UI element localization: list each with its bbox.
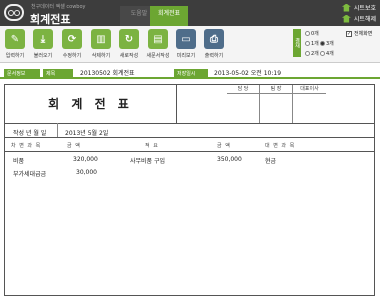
radio-circle — [305, 31, 310, 36]
saved-at-label: 저장일시 — [174, 69, 208, 79]
print-button[interactable]: ⎙ 출력하기 — [202, 29, 226, 59]
document-info-bar: 문서정보 제목 20130502 회계전표 저장일시 2013-05-02 오전… — [0, 69, 380, 79]
approval-box-manager[interactable]: 담 당 — [227, 85, 260, 123]
sheet-protect-button[interactable]: 시트보호 — [341, 3, 376, 12]
radio-circle — [305, 41, 310, 46]
radio-4[interactable]: 4개 — [320, 50, 334, 57]
approval-box-ceo[interactable]: 대표이사 — [293, 85, 326, 123]
new-document-button[interactable]: ▤ 새문서작성 — [146, 29, 170, 59]
checkbox-box: ✓ — [346, 30, 352, 37]
up-arrow-icon — [341, 14, 351, 23]
radio-0[interactable]: 0개 — [305, 30, 319, 37]
saved-at-value: 2013-05-02 오전 10:19 — [214, 70, 282, 77]
header-debit-amount: 금 액 — [67, 143, 81, 149]
header-summary: 적 요 — [145, 143, 159, 149]
radio-1[interactable]: 1개 — [305, 40, 319, 47]
row1-debit-amount[interactable]: 320,000 — [73, 156, 98, 163]
row1-credit-amount[interactable]: 350,000 — [217, 156, 242, 163]
app-subtitle: 천구데이터 엑셀 cowboy — [31, 4, 86, 10]
radio-3[interactable]: 3개 — [320, 40, 334, 47]
divider — [5, 123, 374, 124]
printer-icon: ⎙ — [204, 29, 224, 49]
divider — [5, 151, 374, 152]
divider — [57, 123, 58, 137]
pencil-icon: ✎ — [5, 29, 25, 49]
preview-button[interactable]: ▭ 미리보기 — [174, 29, 198, 59]
radio-circle — [305, 51, 310, 56]
edit-button[interactable]: ⟳ 수정하기 — [60, 29, 84, 59]
approval-box-team-lead[interactable]: 팀 장 — [260, 85, 293, 123]
up-arrow-icon — [341, 3, 351, 12]
delete-button[interactable]: ▥ 삭제하기 — [89, 29, 113, 59]
divider — [5, 137, 374, 138]
document-icon: ▤ — [148, 29, 168, 49]
row1-credit-account[interactable]: 현금 — [265, 156, 276, 165]
radio-circle — [320, 51, 325, 56]
radio-circle — [320, 41, 325, 46]
input-button[interactable]: ✎ 입력하기 — [3, 29, 27, 59]
sheet-release-button[interactable]: 시트해제 — [341, 14, 376, 23]
approval-count-label: 결재 — [293, 29, 301, 57]
title-bar: 천구데이터 엑셀 cowboy 회계전표 도움말 회계전표 시트보호 시트해제 — [0, 0, 380, 26]
subject-label: 제목 — [43, 69, 73, 79]
row1-summary[interactable]: 사무비품 구입 — [130, 156, 165, 165]
new-write-button[interactable]: ↻ 새로작성 — [117, 29, 141, 59]
subject-value: 20130502 회계전표 — [80, 70, 135, 77]
download-icon: ⤓ — [33, 29, 53, 49]
date-value: 2013년 5월 2일 — [65, 130, 109, 137]
row2-debit-amount[interactable]: 30,000 — [76, 169, 97, 176]
load-button[interactable]: ⤓ 불러오기 — [31, 29, 55, 59]
new-doc-icon: ↻ — [119, 29, 139, 49]
radio-2[interactable]: 2개 — [305, 50, 319, 57]
tab-voucher[interactable]: 회계전표 — [150, 6, 188, 26]
document-title: 회 계 전 표 — [5, 85, 177, 123]
header-debit-account: 차 변 과 목 — [11, 143, 42, 149]
fullscreen-checkbox[interactable]: ✓ 전체화면 — [346, 30, 372, 37]
doc-info-label: 문서정보 — [4, 69, 40, 79]
logo-icon — [4, 4, 24, 21]
trash-icon: ▥ — [91, 29, 111, 49]
header-credit-amount: 금 액 — [217, 143, 231, 149]
date-label: 작성 년 월 일 — [13, 130, 47, 137]
monitor-icon: ▭ — [176, 29, 196, 49]
header-credit-account: 대 변 과 목 — [265, 143, 296, 149]
refresh-icon: ⟳ — [62, 29, 82, 49]
row1-debit-account[interactable]: 비품 — [13, 156, 24, 165]
row2-debit-account[interactable]: 부가세대급금 — [13, 169, 46, 178]
voucher-document: 회 계 전 표 담 당 팀 장 대표이사 작성 년 월 일 2013년 5월 2… — [4, 84, 375, 296]
app-title: 회계전표 — [30, 13, 71, 26]
